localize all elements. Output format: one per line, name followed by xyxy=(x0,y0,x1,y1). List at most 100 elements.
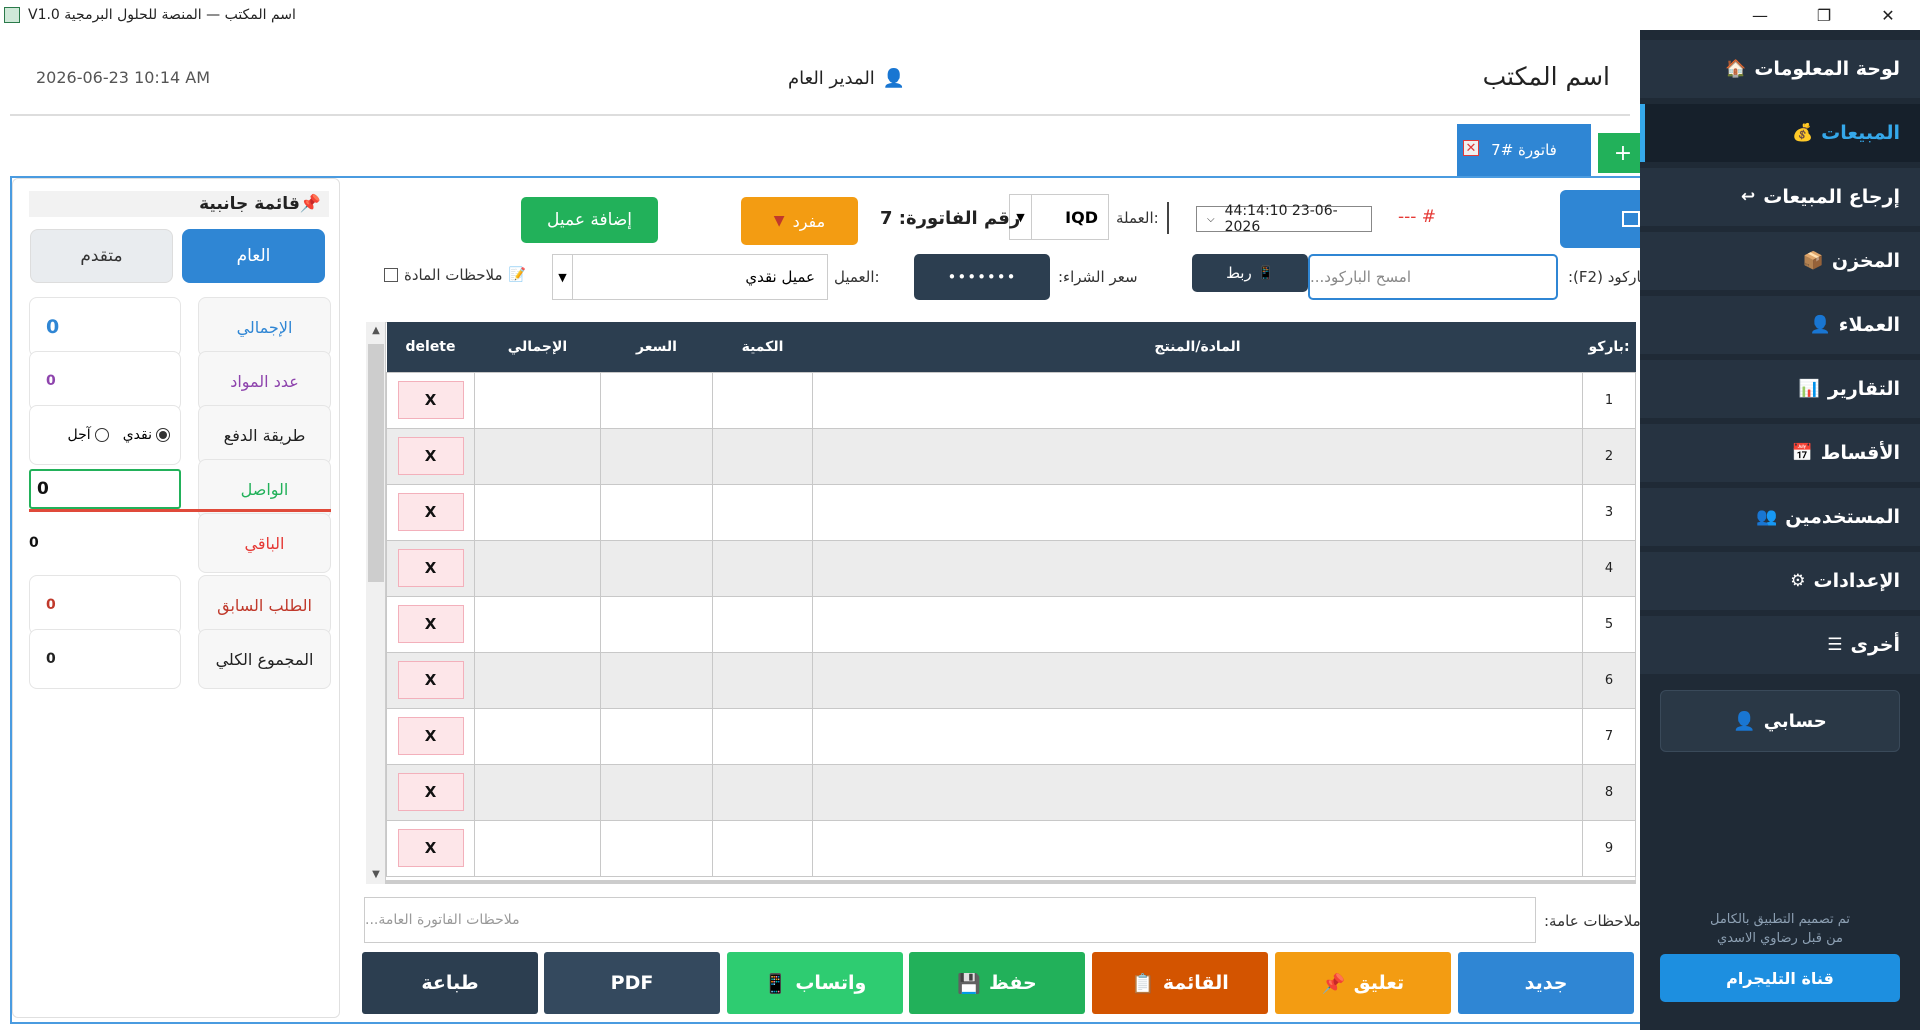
new-button[interactable]: جديد xyxy=(1458,952,1634,1014)
table-row[interactable]: X8 xyxy=(386,763,1636,821)
invoice-action-button[interactable] xyxy=(1560,190,1644,248)
scroll-up-icon[interactable]: ▲ xyxy=(366,322,386,340)
price-cell[interactable] xyxy=(600,427,713,485)
product-cell[interactable] xyxy=(812,707,1583,765)
table-row[interactable]: X6 xyxy=(386,651,1636,709)
product-cell[interactable] xyxy=(812,651,1583,709)
product-cell[interactable] xyxy=(812,595,1583,653)
product-cell[interactable] xyxy=(812,483,1583,541)
product-cell[interactable] xyxy=(812,427,1583,485)
total-cell[interactable] xyxy=(474,483,601,541)
whatsapp-button[interactable]: واتساب 📱 xyxy=(727,952,903,1014)
price-cell[interactable] xyxy=(600,763,713,821)
price-cell[interactable] xyxy=(600,707,713,765)
table-row[interactable]: X5 xyxy=(386,595,1636,653)
buy-price-toggle[interactable]: ••••••• xyxy=(914,254,1050,300)
total-cell[interactable] xyxy=(474,539,601,597)
product-cell[interactable] xyxy=(812,371,1583,429)
table-row[interactable]: X9 xyxy=(386,819,1636,877)
price-cell[interactable] xyxy=(600,483,713,541)
total-cell[interactable] xyxy=(474,763,601,821)
general-notes-input[interactable]: ملاحظات الفاتورة العامة... xyxy=(364,897,1536,943)
date-picker[interactable]: ⌵ 44:14:10 23-06-2026 xyxy=(1196,203,1372,235)
paid-input[interactable]: 0 xyxy=(29,469,181,509)
total-cell[interactable] xyxy=(474,595,601,653)
price-cell[interactable] xyxy=(600,819,713,877)
tab-invoice-7[interactable]: ✕ فاتورة #7 xyxy=(1457,124,1591,176)
qty-cell[interactable] xyxy=(712,427,813,485)
qty-cell[interactable] xyxy=(712,483,813,541)
sidebar-item-reports[interactable]: التقارير 📊 xyxy=(1640,360,1920,418)
price-cell[interactable] xyxy=(600,539,713,597)
total-cell[interactable] xyxy=(474,819,601,877)
product-cell[interactable] xyxy=(812,539,1583,597)
qty-cell[interactable] xyxy=(712,595,813,653)
delete-row-button[interactable]: X xyxy=(397,549,464,587)
sidebar-item-installments[interactable]: الأقساط 📅 xyxy=(1640,424,1920,482)
table-row[interactable]: X2 xyxy=(386,427,1636,485)
pdf-button[interactable]: PDF xyxy=(544,952,720,1014)
qty-cell[interactable] xyxy=(712,819,813,877)
tab-advanced[interactable]: متقدم xyxy=(30,229,173,283)
price-cell[interactable] xyxy=(600,651,713,709)
delete-row-button[interactable]: X xyxy=(397,829,464,867)
delete-row-button[interactable]: X xyxy=(397,605,464,643)
scroll-down-icon[interactable]: ▼ xyxy=(366,866,386,884)
item-notes-checkbox[interactable]: 📝 ملاحظات المادة xyxy=(384,266,526,284)
telegram-button[interactable]: قناة التليجرام xyxy=(1660,954,1900,1002)
table-row[interactable]: X4 xyxy=(386,539,1636,597)
print-button[interactable]: طباعة xyxy=(362,952,538,1014)
price-cell[interactable] xyxy=(600,595,713,653)
table-row[interactable]: X7 xyxy=(386,707,1636,765)
radio-credit[interactable]: آجل xyxy=(68,427,109,443)
qty-cell[interactable] xyxy=(712,539,813,597)
sidebar-item-sales[interactable]: المبيعات 💰 xyxy=(1640,104,1920,162)
customer-select[interactable]: ▼ عميل نقدي xyxy=(552,254,828,300)
single-mode-button[interactable]: مفرد ▼ xyxy=(741,197,858,245)
qty-cell[interactable] xyxy=(712,707,813,765)
qty-cell[interactable] xyxy=(712,763,813,821)
minimize-button[interactable]: — xyxy=(1728,0,1792,30)
sidebar-item-more[interactable]: أخرى ☰ xyxy=(1640,616,1920,674)
qty-cell[interactable] xyxy=(712,371,813,429)
barcode-input[interactable]: امسح الباركود... xyxy=(1308,254,1558,300)
currency-label: العملة: xyxy=(1116,209,1159,227)
add-customer-button[interactable]: إضافة عميل xyxy=(521,197,658,243)
hold-button[interactable]: تعليق 📌 xyxy=(1275,952,1451,1014)
maximize-button[interactable]: ❐ xyxy=(1792,0,1856,30)
radio-cash[interactable]: نقدي xyxy=(123,427,170,443)
total-cell[interactable] xyxy=(474,427,601,485)
close-button[interactable]: ✕ xyxy=(1856,0,1920,30)
total-cell[interactable] xyxy=(474,371,601,429)
checkbox[interactable] xyxy=(384,268,398,282)
total-cell[interactable] xyxy=(474,651,601,709)
sidebar-item-settings[interactable]: الإعدادات ⚙ xyxy=(1640,552,1920,610)
table-row[interactable]: X1 xyxy=(386,371,1636,429)
table-row[interactable]: X3 xyxy=(386,483,1636,541)
price-cell[interactable] xyxy=(600,371,713,429)
qty-cell[interactable] xyxy=(712,651,813,709)
list-button[interactable]: القائمة 📋 xyxy=(1092,952,1268,1014)
tab-general[interactable]: العام xyxy=(182,229,325,283)
sidebar-item-users[interactable]: المستخدمين 👥 xyxy=(1640,488,1920,546)
scroll-thumb[interactable] xyxy=(368,344,384,582)
delete-row-button[interactable]: X xyxy=(397,773,464,811)
save-button[interactable]: حفظ 💾 xyxy=(909,952,1085,1014)
close-tab-icon[interactable]: ✕ xyxy=(1463,140,1479,156)
account-button[interactable]: حسابي 👤 xyxy=(1660,690,1900,752)
link-button[interactable]: ربط 📱 xyxy=(1192,254,1308,292)
product-cell[interactable] xyxy=(812,819,1583,877)
currency-select[interactable]: ▼ IQD xyxy=(1009,194,1109,240)
delete-row-button[interactable]: X xyxy=(397,437,464,475)
product-cell[interactable] xyxy=(812,763,1583,821)
sidebar-item-sales-returns[interactable]: إرجاع المبيعات ↩ xyxy=(1640,168,1920,226)
sidebar-item-customers[interactable]: العملاء 👤 xyxy=(1640,296,1920,354)
total-cell[interactable] xyxy=(474,707,601,765)
delete-row-button[interactable]: X xyxy=(397,381,464,419)
sidebar-item-warehouse[interactable]: المخزن 📦 xyxy=(1640,232,1920,290)
delete-row-button[interactable]: X xyxy=(397,661,464,699)
table-scrollbar[interactable]: ▲ ▼ xyxy=(366,322,386,884)
sidebar-item-dashboard[interactable]: لوحة المعلومات 🏠 xyxy=(1640,40,1920,98)
delete-row-button[interactable]: X xyxy=(397,717,464,755)
delete-row-button[interactable]: X xyxy=(397,493,464,531)
